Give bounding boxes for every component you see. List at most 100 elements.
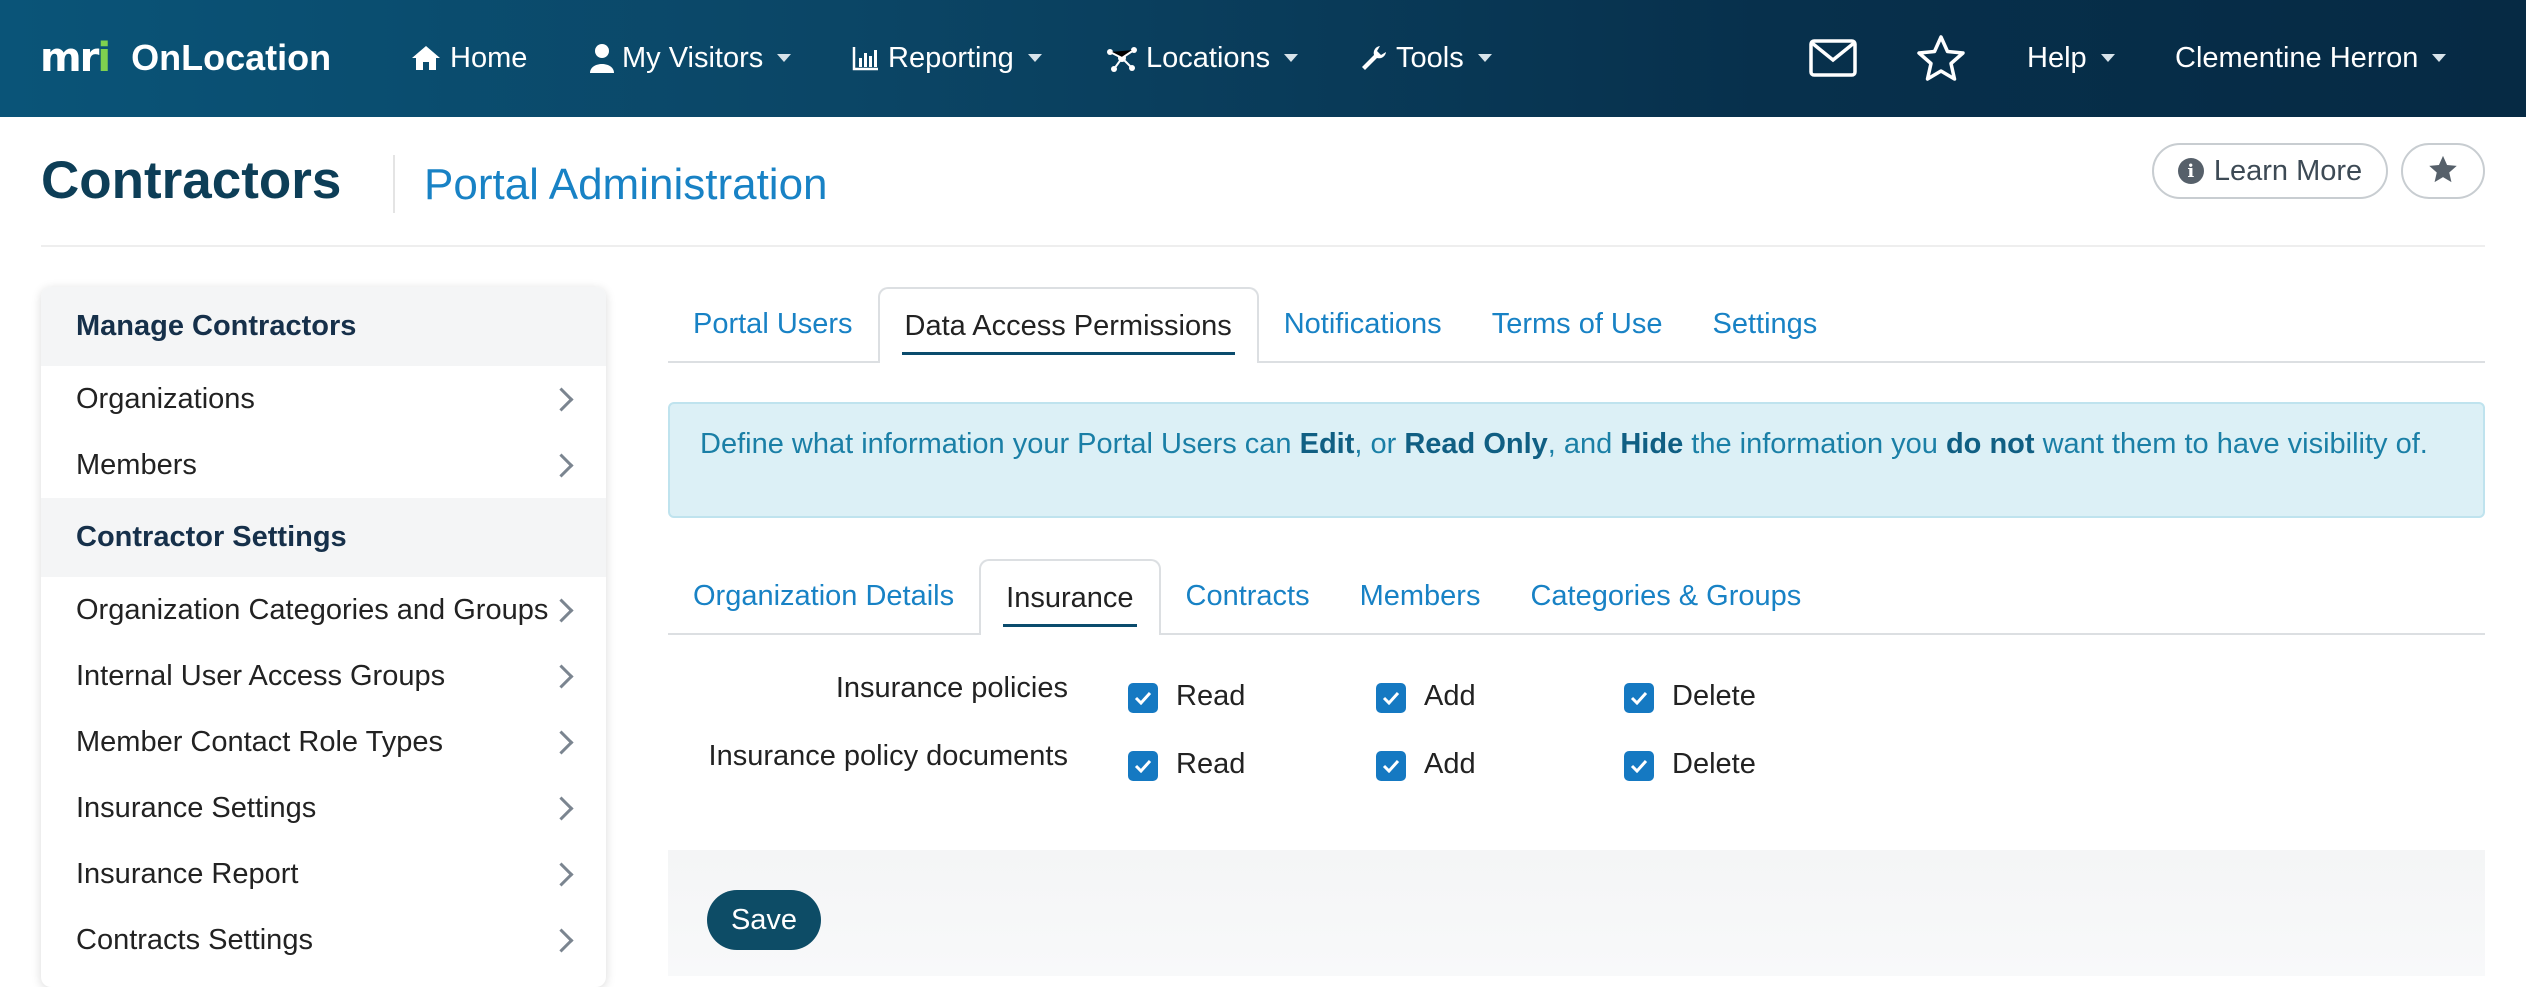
info-text: want them to have visibility of.: [2034, 428, 2428, 460]
form-footer: [668, 850, 2485, 976]
checkbox-label-add: Add: [1424, 748, 1476, 780]
info-edit: Edit: [1299, 428, 1355, 460]
mail-button[interactable]: [1806, 34, 1860, 86]
insurance-policies-read-checkbox[interactable]: [1128, 683, 1158, 713]
nav-locations[interactable]: Locations: [1106, 32, 1299, 84]
tab-members[interactable]: Members: [1335, 559, 1506, 633]
checkbox-label-read: Read: [1176, 748, 1246, 780]
insurance-documents-delete-checkbox[interactable]: [1624, 751, 1654, 781]
save-button[interactable]: Save: [707, 890, 821, 950]
learn-more-button[interactable]: i Learn More: [2152, 143, 2388, 199]
tab-settings[interactable]: Settings: [1688, 287, 1843, 361]
sidebar-section-manage: Manage Contractors: [41, 287, 606, 366]
sidebar-item-insurance-report[interactable]: Insurance Report: [41, 841, 606, 907]
checkmark-icon: [1382, 759, 1400, 773]
nav-locations-label: Locations: [1146, 41, 1271, 74]
sidebar-item-access-groups[interactable]: Internal User Access Groups: [41, 643, 606, 709]
sidebar-item-org-categories[interactable]: Organization Categories and Groups: [41, 577, 606, 643]
sidebar: Manage Contractors Organizations Members…: [41, 287, 606, 987]
network-icon: [1106, 44, 1138, 72]
nav-tools-label: Tools: [1396, 41, 1464, 74]
checkmark-icon: [1382, 691, 1400, 705]
checkbox-label-add: Add: [1424, 680, 1476, 712]
checkbox-label-read: Read: [1176, 680, 1246, 712]
chevron-right-icon: [549, 795, 574, 821]
info-do-not: do not: [1945, 428, 2035, 460]
mri-logo: mri: [40, 35, 111, 81]
sidebar-item-organizations[interactable]: Organizations: [41, 366, 606, 432]
home-icon: [410, 44, 442, 72]
tab-contracts[interactable]: Contracts: [1161, 559, 1335, 633]
checkbox-label-delete: Delete: [1672, 680, 1756, 712]
sidebar-item-label: Organizations: [76, 382, 255, 415]
nav-my-visitors-label: My Visitors: [622, 41, 764, 74]
tab-categories-groups[interactable]: Categories & Groups: [1505, 559, 1826, 633]
chevron-down-icon: [2432, 54, 2447, 62]
add-favorite-button[interactable]: [2401, 143, 2485, 199]
info-icon: i: [2177, 158, 2204, 184]
permission-label-insurance-policies: Insurance policies: [835, 672, 1068, 704]
nav-reporting[interactable]: Reporting: [852, 32, 1042, 84]
checkmark-icon: [1134, 759, 1152, 773]
nav-reporting-label: Reporting: [888, 41, 1014, 74]
insurance-documents-read-checkbox[interactable]: [1128, 751, 1158, 781]
insurance-policies-add-checkbox[interactable]: [1376, 683, 1406, 713]
permission-label-insurance-documents: Insurance policy documents: [708, 740, 1068, 772]
user-name: Clementine Herron: [2175, 41, 2419, 74]
product-name: OnLocation: [131, 37, 332, 78]
top-navbar: mri OnLocation Home My Visitors Reportin…: [0, 0, 2526, 117]
star-icon: [2427, 154, 2459, 189]
sidebar-item-insurance-settings[interactable]: Insurance Settings: [41, 775, 606, 841]
page-subtitle: Portal Administration: [424, 160, 828, 209]
chevron-right-icon: [549, 597, 574, 623]
chevron-down-icon: [1477, 54, 1492, 62]
chevron-down-icon: [777, 54, 792, 62]
sidebar-item-members[interactable]: Members: [41, 432, 606, 498]
chevron-down-icon: [1027, 54, 1042, 62]
star-icon: [1916, 34, 1966, 87]
favorites-button[interactable]: [1914, 34, 1968, 86]
tab-notifications[interactable]: Notifications: [1259, 287, 1467, 361]
bar-chart-icon: [852, 45, 880, 71]
sub-tabs: Organization Details Insurance Contracts…: [668, 559, 2485, 635]
sidebar-item-label: Organization Categories and Groups: [76, 593, 549, 626]
checkmark-icon: [1630, 691, 1648, 705]
chevron-right-icon: [549, 452, 574, 478]
info-hide: Hide: [1620, 428, 1684, 460]
sidebar-item-label: Insurance Report: [76, 857, 299, 890]
sidebar-item-label: Contracts Settings: [76, 923, 313, 956]
header-divider: [41, 245, 2485, 247]
learn-more-label: Learn More: [2213, 154, 2363, 187]
chevron-right-icon: [549, 861, 574, 887]
user-icon: [590, 43, 614, 73]
tab-organization-details[interactable]: Organization Details: [668, 559, 979, 633]
title-divider: [393, 155, 395, 213]
insurance-documents-add-checkbox[interactable]: [1376, 751, 1406, 781]
nav-my-visitors[interactable]: My Visitors: [590, 32, 792, 84]
sidebar-item-label: Member Contact Role Types: [76, 725, 443, 758]
tab-portal-users[interactable]: Portal Users: [668, 287, 878, 361]
sidebar-item-label: Insurance Settings: [76, 791, 317, 824]
tab-terms-of-use[interactable]: Terms of Use: [1467, 287, 1688, 361]
sidebar-section-settings: Contractor Settings: [41, 498, 606, 577]
info-text: , and: [1547, 428, 1621, 460]
insurance-policies-delete-checkbox[interactable]: [1624, 683, 1654, 713]
chevron-right-icon: [549, 927, 574, 953]
user-menu[interactable]: Clementine Herron: [2175, 32, 2447, 84]
nav-home[interactable]: Home: [410, 32, 527, 84]
info-read-only: Read Only: [1404, 428, 1548, 460]
info-text: , or: [1354, 428, 1405, 460]
chevron-right-icon: [549, 729, 574, 755]
chevron-down-icon: [2100, 54, 2115, 62]
sidebar-item-contracts-settings[interactable]: Contracts Settings: [41, 907, 606, 973]
tab-insurance[interactable]: Insurance: [979, 559, 1161, 635]
brand[interactable]: mri OnLocation: [40, 32, 331, 84]
tab-data-access-permissions[interactable]: Data Access Permissions: [877, 287, 1259, 363]
sidebar-item-role-types[interactable]: Member Contact Role Types: [41, 709, 606, 775]
chevron-down-icon: [1284, 54, 1299, 62]
mail-icon: [1809, 38, 1857, 82]
nav-help[interactable]: Help: [2027, 32, 2115, 84]
info-alert: Define what information your Portal User…: [668, 402, 2485, 518]
nav-tools[interactable]: Tools: [1360, 32, 1492, 84]
main-tabs: Portal Users Data Access Permissions Not…: [668, 287, 2485, 363]
